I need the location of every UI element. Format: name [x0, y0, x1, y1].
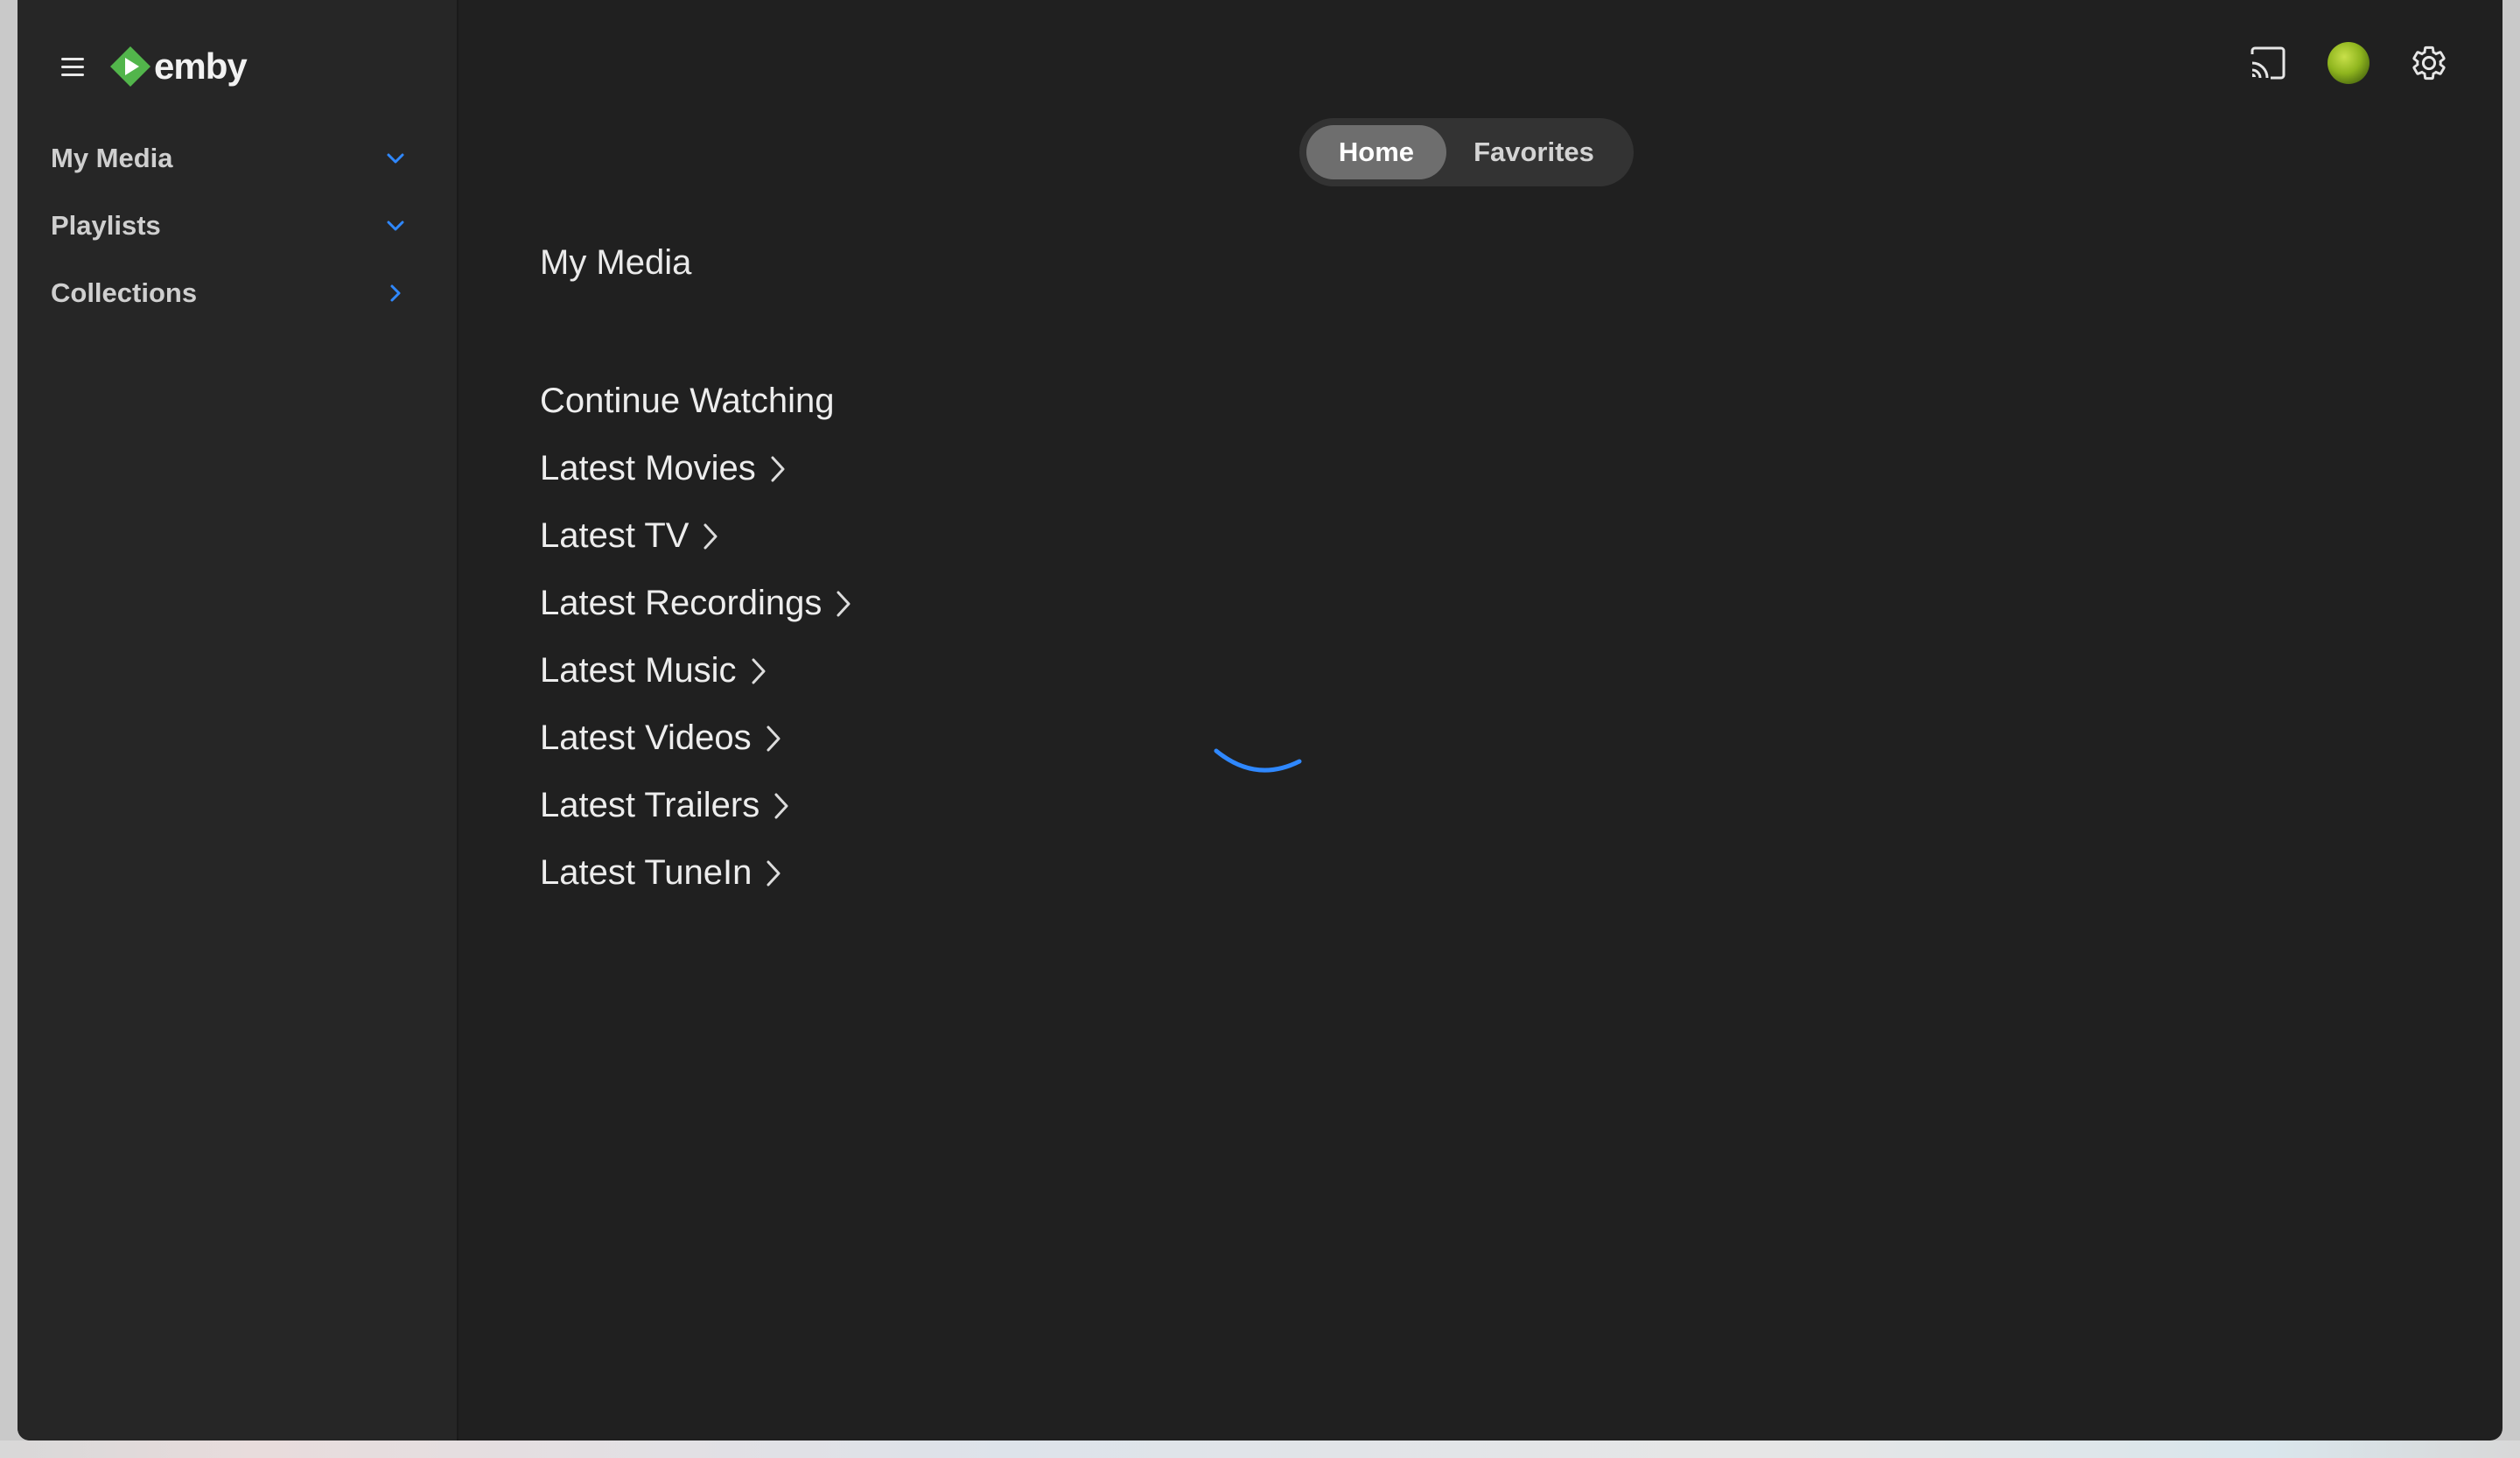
chevron-right-icon [766, 860, 780, 886]
section-continue-watching: Continue Watching [540, 368, 853, 435]
section-latest-recordings[interactable]: Latest Recordings [540, 570, 853, 637]
sidebar-item-playlists[interactable]: Playlists [18, 192, 455, 259]
sidebar: emby My Media Playlists Collections [18, 0, 458, 1440]
section-latest-movies[interactable]: Latest Movies [540, 435, 853, 502]
section-title: Latest Movies [540, 449, 756, 487]
section-title: Latest TuneIn [540, 853, 752, 892]
section-latest-tunein[interactable]: Latest TuneIn [540, 839, 853, 907]
cast-icon[interactable] [2247, 42, 2289, 84]
section-latest-tv[interactable]: Latest TV [540, 502, 853, 570]
avatar[interactable] [2328, 42, 2370, 84]
main-content: My Media Continue Watching Latest Movies… [540, 238, 853, 907]
section-list: Continue Watching Latest Movies Latest T… [540, 368, 853, 907]
section-title: Latest Trailers [540, 786, 760, 824]
app-window: emby My Media Playlists Collections Home… [18, 0, 2502, 1440]
sidebar-item-label: My Media [51, 142, 173, 173]
section-title: Latest TV [540, 516, 690, 555]
sidebar-nav: My Media Playlists Collections [18, 124, 455, 326]
section-latest-trailers[interactable]: Latest Trailers [540, 772, 853, 839]
brand-name[interactable]: emby [154, 46, 248, 88]
section-title: Latest Videos [540, 718, 752, 757]
brand-header: emby [61, 42, 248, 91]
menu-icon[interactable] [61, 52, 91, 81]
sidebar-item-label: Playlists [51, 209, 161, 241]
section-title: Continue Watching [540, 382, 835, 420]
chevron-right-icon [774, 793, 788, 818]
section-latest-music[interactable]: Latest Music [540, 637, 853, 704]
tab-favorites[interactable]: Favorites [1446, 125, 1621, 179]
section-title: Latest Recordings [540, 584, 822, 622]
tab-home[interactable]: Home [1306, 125, 1446, 179]
gear-icon[interactable] [2408, 42, 2450, 84]
chevron-down-icon[interactable] [385, 215, 406, 236]
home-tabs: Home Favorites [1299, 118, 1634, 186]
desktop-background [0, 1440, 2520, 1458]
section-latest-videos[interactable]: Latest Videos [540, 704, 853, 772]
chevron-right-icon [766, 725, 780, 751]
page-title[interactable]: My Media [540, 238, 853, 287]
sidebar-item-my-media[interactable]: My Media [18, 124, 455, 192]
chevron-right-icon[interactable] [385, 283, 406, 304]
chevron-right-icon [836, 591, 850, 616]
chevron-right-icon [704, 523, 718, 549]
section-title: Latest Music [540, 651, 737, 690]
emby-logo-icon[interactable] [108, 45, 152, 88]
loading-spinner [1214, 748, 1302, 773]
sidebar-item-label: Collections [51, 277, 198, 308]
sidebar-item-collections[interactable]: Collections [18, 259, 455, 326]
chevron-down-icon[interactable] [385, 148, 406, 169]
chevron-right-icon [771, 456, 785, 481]
header-actions [2247, 42, 2450, 84]
chevron-right-icon [752, 658, 766, 683]
